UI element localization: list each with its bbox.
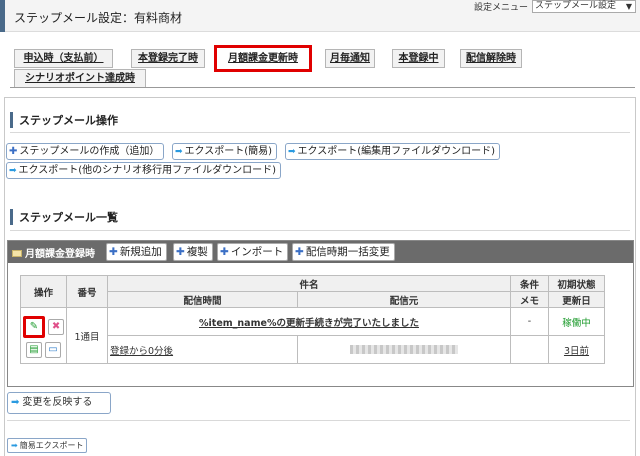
subject-link[interactable]: %item_name%の更新手続きが完了いたしました bbox=[199, 318, 419, 329]
divider bbox=[7, 420, 630, 421]
col-memo: メモ bbox=[510, 291, 549, 308]
create-step-mail-button[interactable]: ✚ ステップメールの作成（追加） bbox=[6, 143, 165, 160]
row-condition: - bbox=[510, 307, 549, 336]
col-initial-status: 初期状態 bbox=[548, 275, 605, 292]
col-operation: 操作 bbox=[20, 275, 67, 308]
list-toolbar-label-text: 月額課金登録時 bbox=[25, 249, 95, 260]
page-header: ステップメール設定：有料商材 設定メニュー ステップメール設定 ▼ bbox=[0, 0, 640, 32]
button-label: 変更を反映する bbox=[22, 397, 93, 408]
export-migration-file-button[interactable]: ➡ エクスポート(他のシナリオ移行用ファイルダウンロード) bbox=[6, 162, 282, 179]
row-memo bbox=[510, 335, 549, 364]
button-label: ステップメールの作成（追加） bbox=[19, 146, 160, 157]
arrow-right-icon: ➡ bbox=[288, 147, 296, 157]
button-label: 複製 bbox=[186, 246, 208, 258]
copy-icon[interactable]: ▤ bbox=[25, 341, 42, 358]
list-toolbar-label: 月額課金登録時 bbox=[12, 245, 95, 260]
arrow-right-icon: ➡ bbox=[11, 441, 18, 450]
tab-registered[interactable]: 本登録中 bbox=[392, 49, 445, 68]
preview-monitor-icon[interactable]: ▭ bbox=[45, 341, 62, 358]
table-row: 登録から0分後 3日前 bbox=[21, 335, 605, 364]
duplicate-button[interactable]: ✚ 複製 bbox=[173, 243, 213, 261]
tab-baseline bbox=[10, 87, 635, 88]
updated-link[interactable]: 3日前 bbox=[564, 346, 589, 357]
arrow-right-icon: ➡ bbox=[11, 397, 20, 408]
tab-apply[interactable]: 申込時（支払前） bbox=[14, 49, 113, 68]
tab-monthly-renewal[interactable]: 月額課金更新時 bbox=[214, 45, 312, 72]
button-label: エクスポート(編集用ファイルダウンロード) bbox=[297, 146, 496, 157]
import-button[interactable]: ✚ インポート bbox=[217, 243, 289, 261]
envelope-icon bbox=[12, 250, 22, 257]
row-number: 1通目 bbox=[66, 307, 108, 364]
header-accent-bar bbox=[0, 0, 5, 32]
operation-cell: ✎ ✖ ▤ ▭ bbox=[20, 307, 67, 364]
row-updated: 3日前 bbox=[548, 335, 605, 364]
simple-export-button[interactable]: ➡ 簡易エクスポート bbox=[7, 438, 88, 453]
export-simple-button[interactable]: ➡ エクスポート(簡易) bbox=[172, 143, 278, 160]
plus-icon: ✚ bbox=[9, 146, 18, 157]
settings-menu-selected: ステップメール設定 bbox=[535, 1, 617, 11]
col-delivery-time: 配信時間 bbox=[107, 291, 298, 308]
row-sender bbox=[297, 335, 511, 364]
bulk-change-timing-button[interactable]: ✚ 配信時期一括変更 bbox=[292, 243, 395, 261]
page-title: ステップメール設定：有料商材 bbox=[14, 11, 183, 25]
button-label: 新規追加 bbox=[119, 246, 162, 258]
settings-menu-select[interactable]: ステップメール設定 ▼ bbox=[532, 0, 636, 13]
tab-label: シナリオポイント達成時 bbox=[25, 73, 135, 84]
edit-pencil-icon[interactable]: ✎ bbox=[22, 315, 45, 338]
row-subject: %item_name%の更新手続きが完了いたしました bbox=[107, 307, 511, 336]
tab-monthly-notice[interactable]: 月毎通知 bbox=[325, 49, 375, 68]
step-mail-table: 操作 番号 件名 条件 初期状態 配信時間 配信元 メモ 更新日 ✎ ✖ ▤ ▭ bbox=[20, 275, 605, 364]
list-title: ステップメール一覧 bbox=[10, 209, 118, 225]
col-number: 番号 bbox=[66, 275, 108, 308]
tab-label: 申込時（支払前） bbox=[23, 53, 104, 64]
export-edit-file-button[interactable]: ➡ エクスポート(編集用ファイルダウンロード) bbox=[285, 143, 501, 160]
status-badge[interactable]: 稼働中 bbox=[548, 307, 605, 336]
tab-scenario-point[interactable]: シナリオポイント達成時 bbox=[14, 69, 146, 88]
button-label: 簡易エクスポート bbox=[19, 441, 84, 450]
tab-label: 本登録中 bbox=[398, 53, 439, 64]
settings-menu-label: 設定メニュー bbox=[474, 3, 529, 13]
arrow-right-icon: ➡ bbox=[175, 147, 183, 157]
divider bbox=[10, 230, 630, 231]
delivery-time-link[interactable]: 登録から0分後 bbox=[110, 346, 173, 357]
add-new-button[interactable]: ✚ 新規追加 bbox=[106, 243, 167, 261]
list-toolbar: 月額課金登録時 ✚ 新規追加 ✚ 複製 ✚ インポート ✚ 配信時期一括変更 bbox=[8, 241, 633, 263]
chevron-down-icon: ▼ bbox=[625, 2, 632, 11]
col-sender: 配信元 bbox=[297, 291, 511, 308]
delete-x-icon[interactable]: ✖ bbox=[48, 318, 65, 335]
tab-label: 本登録完了時 bbox=[138, 53, 198, 64]
col-updated: 更新日 bbox=[548, 291, 605, 308]
button-label: 配信時期一括変更 bbox=[305, 246, 390, 258]
button-label: インポート bbox=[230, 246, 284, 258]
button-label: エクスポート(簡易) bbox=[184, 146, 273, 157]
tab-label: 月額課金更新時 bbox=[228, 53, 298, 64]
plus-icon: ✚ bbox=[220, 246, 229, 258]
row-delivery-time: 登録から0分後 bbox=[107, 335, 298, 364]
plus-icon: ✚ bbox=[176, 246, 185, 258]
divider bbox=[10, 132, 630, 133]
step-mail-list: 月額課金登録時 ✚ 新規追加 ✚ 複製 ✚ インポート ✚ 配信時期一括変更 操作 番号… bbox=[7, 240, 634, 387]
plus-icon: ✚ bbox=[295, 246, 304, 258]
tab-registration-complete[interactable]: 本登録完了時 bbox=[131, 49, 205, 68]
table-row: ✎ ✖ ▤ ▭ 1通目 %item_name%の更新手続きが完了いたしました -… bbox=[20, 307, 605, 364]
plus-icon: ✚ bbox=[109, 246, 118, 258]
operations-title: ステップメール操作 bbox=[10, 112, 118, 128]
tab-unsubscribe[interactable]: 配信解除時 bbox=[460, 49, 522, 68]
col-condition: 条件 bbox=[510, 275, 549, 292]
tab-label: 月毎通知 bbox=[330, 53, 370, 64]
col-subject: 件名 bbox=[107, 275, 511, 292]
arrow-right-icon: ➡ bbox=[9, 166, 17, 176]
sender-redacted bbox=[350, 345, 458, 354]
apply-changes-button[interactable]: ➡ 変更を反映する bbox=[7, 392, 111, 414]
button-label: エクスポート(他のシナリオ移行用ファイルダウンロード) bbox=[18, 165, 277, 176]
tab-label: 配信解除時 bbox=[466, 53, 516, 64]
